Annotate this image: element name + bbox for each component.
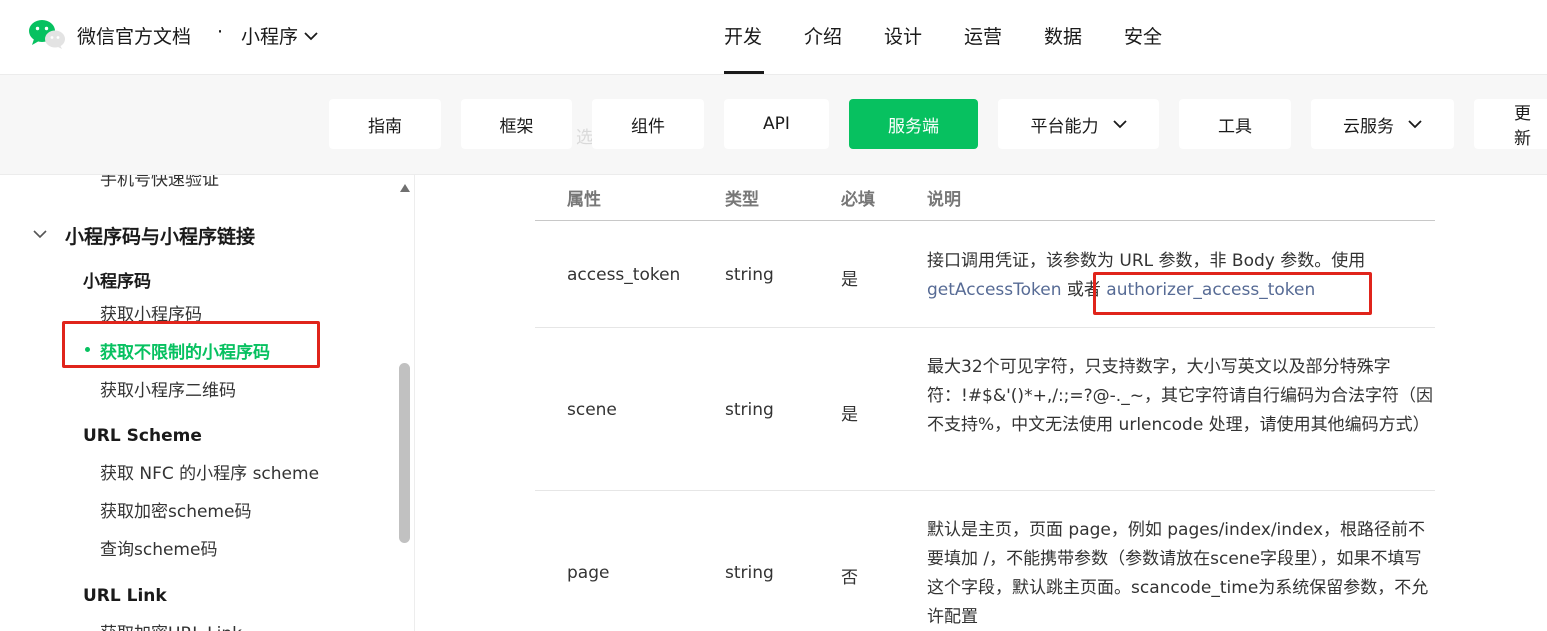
param-description: 最大32个可见字符，只支持数字，大小写英文以及部分特殊字符：!#$&'()*+,…	[927, 357, 1433, 435]
header-type: 类型	[725, 190, 759, 210]
annotation-highlight-box	[1093, 272, 1372, 315]
nav-security[interactable]: 安全	[1124, 22, 1162, 49]
subnav-guide-button[interactable]: 指南	[329, 99, 441, 149]
subnav-updates-label: 更新	[1514, 104, 1531, 149]
chevron-down-icon[interactable]	[32, 229, 48, 239]
nav-intro[interactable]: 介绍	[804, 22, 842, 49]
nav-data[interactable]: 数据	[1044, 22, 1082, 49]
product-switcher-label: 小程序	[241, 26, 299, 48]
product-switcher[interactable]: 小程序	[241, 22, 318, 49]
subnav-tools-button[interactable]: 工具	[1179, 99, 1291, 149]
table-divider	[535, 490, 1435, 491]
subnav-cloud-button[interactable]: 云服务	[1311, 99, 1454, 149]
sidebar-item-nfc-scheme[interactable]: 获取 NFC 的小程序 scheme	[100, 459, 319, 484]
nav-operations[interactable]: 运营	[964, 22, 1002, 49]
param-required: 是	[841, 270, 858, 290]
sidebar-section-qrcode: 小程序码	[83, 272, 151, 292]
wechat-logo-icon[interactable]	[27, 18, 67, 50]
subnav-api-label: API	[763, 114, 790, 134]
subnav-cloud-label: 云服务	[1343, 116, 1394, 137]
param-description: 默认是主页，页面 page，例如 pages/index/index，根路径前不…	[927, 520, 1429, 627]
main-content: 属性 类型 必填 说明 access_token string 是 接口调用凭证…	[415, 175, 1547, 631]
param-type: string	[725, 400, 774, 420]
nav-design[interactable]: 设计	[884, 22, 922, 49]
subnav-components-label: 组件	[631, 116, 665, 137]
annotation-highlight-box	[62, 321, 320, 368]
sidebar-item-get-qr-2d[interactable]: 获取小程序二维码	[100, 376, 236, 401]
header-required: 必填	[841, 190, 875, 210]
subnav-api-button[interactable]: API	[724, 99, 829, 149]
subnav-platform-label: 平台能力	[1030, 116, 1099, 137]
header-description: 说明	[927, 190, 961, 210]
nav-develop[interactable]: 开发	[724, 22, 762, 49]
subnav-updates-button[interactable]: 更新	[1474, 99, 1547, 149]
param-type: string	[725, 563, 774, 583]
chevron-down-icon	[304, 31, 318, 40]
table-divider	[535, 220, 1435, 221]
subnav-server-button[interactable]: 服务端	[849, 99, 978, 149]
param-name: scene	[567, 400, 617, 420]
sidebar-group-title[interactable]: 小程序码与小程序链接	[65, 222, 255, 249]
background-text: 选	[576, 128, 593, 148]
param-name: page	[567, 563, 610, 583]
table-divider	[535, 327, 1435, 328]
param-name: access_token	[567, 265, 681, 285]
chevron-down-icon	[1408, 120, 1422, 129]
subnav-server-label: 服务端	[888, 116, 939, 137]
param-required: 是	[841, 405, 858, 425]
nav-active-indicator	[724, 71, 764, 74]
sidebar-section-url-scheme: URL Scheme	[83, 426, 202, 446]
subnav-components-button[interactable]: 组件	[592, 99, 704, 149]
description-text: 接口调用凭证，该参数为 URL 参数，非 Body 参数。使用	[927, 251, 1366, 271]
subnav-framework-button[interactable]: 框架	[461, 99, 572, 149]
sidebar-item-encrypted-url-link[interactable]: 获取加密URL Link	[100, 619, 242, 631]
sidebar-section-url-link: URL Link	[83, 586, 167, 606]
param-type: string	[725, 265, 774, 285]
subnav-tools-label: 工具	[1218, 116, 1252, 137]
get-access-token-link[interactable]: getAccessToken	[927, 280, 1061, 300]
sidebar-scrollbar[interactable]	[399, 363, 410, 543]
sub-nav: 指南 框架 选 组件 API 服务端 平台能力 工具 云服务 更新	[0, 75, 1547, 175]
sidebar-item-phone-verify[interactable]: 手机号快速验证	[100, 175, 219, 190]
scroll-up-arrow-icon[interactable]	[399, 183, 411, 193]
site-title[interactable]: 微信官方文档	[77, 22, 191, 49]
sidebar-item-query-scheme[interactable]: 查询scheme码	[100, 535, 217, 560]
top-header: 微信官方文档 · 小程序 开发 介绍 设计 运营 数据 安全	[0, 0, 1547, 75]
subnav-platform-button[interactable]: 平台能力	[998, 99, 1159, 149]
sidebar: 手机号快速验证 小程序码与小程序链接 小程序码 获取小程序码 获取不限制的小程序…	[0, 175, 415, 631]
param-required: 否	[841, 568, 858, 588]
title-separator: ·	[217, 21, 224, 43]
header-property: 属性	[567, 190, 601, 210]
subnav-framework-label: 框架	[499, 116, 534, 137]
chevron-down-icon	[1112, 120, 1127, 129]
subnav-guide-label: 指南	[368, 116, 402, 137]
sidebar-item-encrypted-scheme[interactable]: 获取加密scheme码	[100, 497, 251, 522]
